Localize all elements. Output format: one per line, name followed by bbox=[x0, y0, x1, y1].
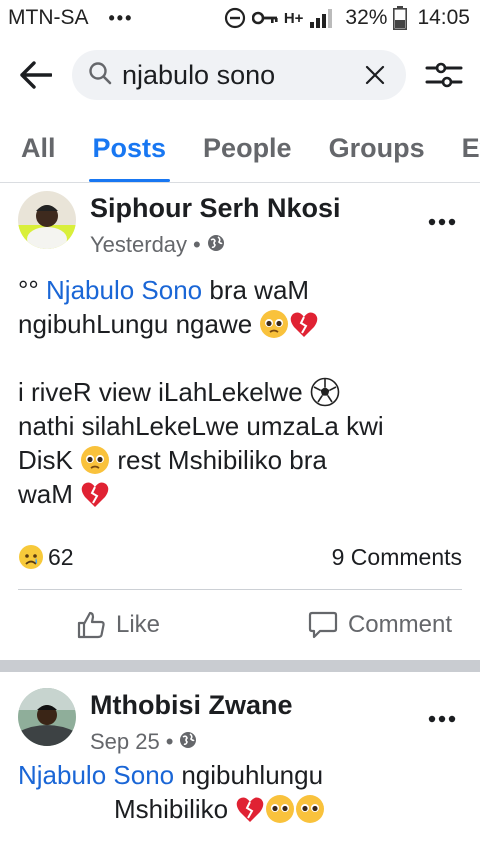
post-text-line: rest Mshibiliko bra bbox=[110, 445, 327, 475]
post-text-line: Mshibiliko bbox=[114, 794, 229, 824]
post-time[interactable]: Yesterday bbox=[90, 232, 187, 258]
back-arrow-icon bbox=[20, 61, 52, 89]
feed-separator bbox=[0, 660, 480, 672]
meta-separator: • bbox=[165, 729, 174, 754]
post-time[interactable]: Sep 25 bbox=[90, 729, 160, 755]
battery-icon bbox=[393, 6, 408, 30]
broken-heart-emoji-icon bbox=[291, 312, 318, 337]
more-dots-icon bbox=[428, 218, 456, 226]
broken-heart-emoji-icon bbox=[81, 482, 109, 507]
reactions-summary[interactable]: 62 9 Comments bbox=[18, 537, 462, 577]
post-text-line: waM bbox=[18, 479, 73, 509]
pleading-face-emoji-icon bbox=[266, 795, 295, 823]
mention-link[interactable]: Njabulo Sono bbox=[46, 275, 202, 305]
post-text-line: nathi silahLekeLwe umzaLa kwi bbox=[18, 411, 384, 441]
author-name[interactable]: Mthobisi Zwane bbox=[90, 690, 424, 721]
key-icon bbox=[251, 10, 278, 26]
post-card: Siphour Serh Nkosi Yesterday • °° Njabul… bbox=[0, 183, 480, 660]
author-name[interactable]: Siphour Serh Nkosi bbox=[90, 193, 424, 224]
tab-people[interactable]: People bbox=[203, 114, 292, 182]
post-text-prefix: °° bbox=[18, 275, 47, 305]
post-card: Mthobisi Zwane Sep 25 • Njabulo Sono ngi… bbox=[0, 672, 480, 826]
network-type-label: H+ bbox=[283, 9, 304, 27]
signal-icon bbox=[309, 8, 335, 28]
globe-icon bbox=[207, 232, 225, 258]
pleading-face-emoji-icon bbox=[260, 310, 289, 338]
post-text-line: bra waM bbox=[202, 275, 310, 305]
clock: 14:05 bbox=[417, 6, 470, 29]
filter-button[interactable] bbox=[422, 53, 466, 97]
post-text: Njabulo Sono ngibuhlungu Mshibiliko bbox=[18, 758, 462, 826]
notification-dots: ••• bbox=[108, 7, 134, 28]
post-header: Mthobisi Zwane Sep 25 • bbox=[18, 672, 462, 758]
close-icon bbox=[365, 65, 385, 85]
search-header bbox=[0, 36, 480, 114]
comment-bubble-icon bbox=[308, 611, 338, 639]
comment-button[interactable]: Comment bbox=[308, 610, 452, 640]
soccer-ball-emoji-icon bbox=[310, 377, 340, 407]
search-field[interactable] bbox=[72, 50, 406, 100]
reaction-count: 62 bbox=[48, 543, 74, 570]
comment-label: Comment bbox=[347, 611, 452, 638]
mention-link[interactable]: Njabulo Sono bbox=[18, 760, 174, 790]
comments-count-link[interactable]: 9 Comments bbox=[332, 544, 462, 571]
broken-heart-emoji-icon bbox=[237, 797, 264, 822]
pleading-face-emoji-icon bbox=[296, 795, 325, 823]
tab-posts[interactable]: Posts bbox=[88, 114, 170, 182]
post-text-line: ngibuhlungu bbox=[174, 760, 324, 790]
post-text-line: ngibuhLungu ngawe bbox=[18, 309, 253, 339]
meta-separator: • bbox=[193, 232, 201, 257]
do-not-disturb-icon bbox=[224, 7, 246, 29]
post-options-button[interactable] bbox=[424, 207, 460, 237]
search-icon bbox=[88, 61, 112, 90]
carrier-label: MTN-SA bbox=[8, 6, 89, 29]
tab-events[interactable]: Ev bbox=[462, 114, 480, 182]
search-filter-tabs: All Posts People Groups Ev bbox=[0, 114, 480, 182]
like-button[interactable]: Like bbox=[76, 610, 160, 640]
back-button[interactable] bbox=[14, 53, 58, 97]
clear-search-button[interactable] bbox=[360, 60, 390, 90]
filter-sliders-icon bbox=[425, 62, 463, 88]
sad-reaction-icon bbox=[19, 545, 43, 569]
post-text-line: DisK bbox=[18, 445, 73, 475]
tab-groups[interactable]: Groups bbox=[329, 114, 425, 182]
search-input[interactable] bbox=[122, 59, 360, 91]
tab-all[interactable]: All bbox=[21, 114, 56, 182]
pleading-face-emoji-icon bbox=[81, 446, 110, 474]
post-text: °° Njabulo Sono bra waM ngibuhLungu ngaw… bbox=[18, 273, 462, 511]
globe-icon bbox=[179, 729, 197, 755]
post-actions: Like Comment bbox=[18, 590, 462, 660]
like-label: Like bbox=[116, 611, 161, 638]
battery-percent: 32% bbox=[345, 6, 388, 29]
avatar[interactable] bbox=[18, 688, 76, 746]
post-options-button[interactable] bbox=[424, 704, 460, 734]
avatar[interactable] bbox=[18, 191, 76, 249]
status-bar: MTN-SA ••• H+ 32% 14:05 bbox=[0, 0, 480, 36]
post-text-line: i riveR view iLahLekelwe bbox=[18, 377, 303, 407]
post-header: Siphour Serh Nkosi Yesterday • bbox=[18, 183, 462, 269]
thumbs-up-icon bbox=[77, 611, 105, 639]
more-dots-icon bbox=[428, 715, 456, 723]
